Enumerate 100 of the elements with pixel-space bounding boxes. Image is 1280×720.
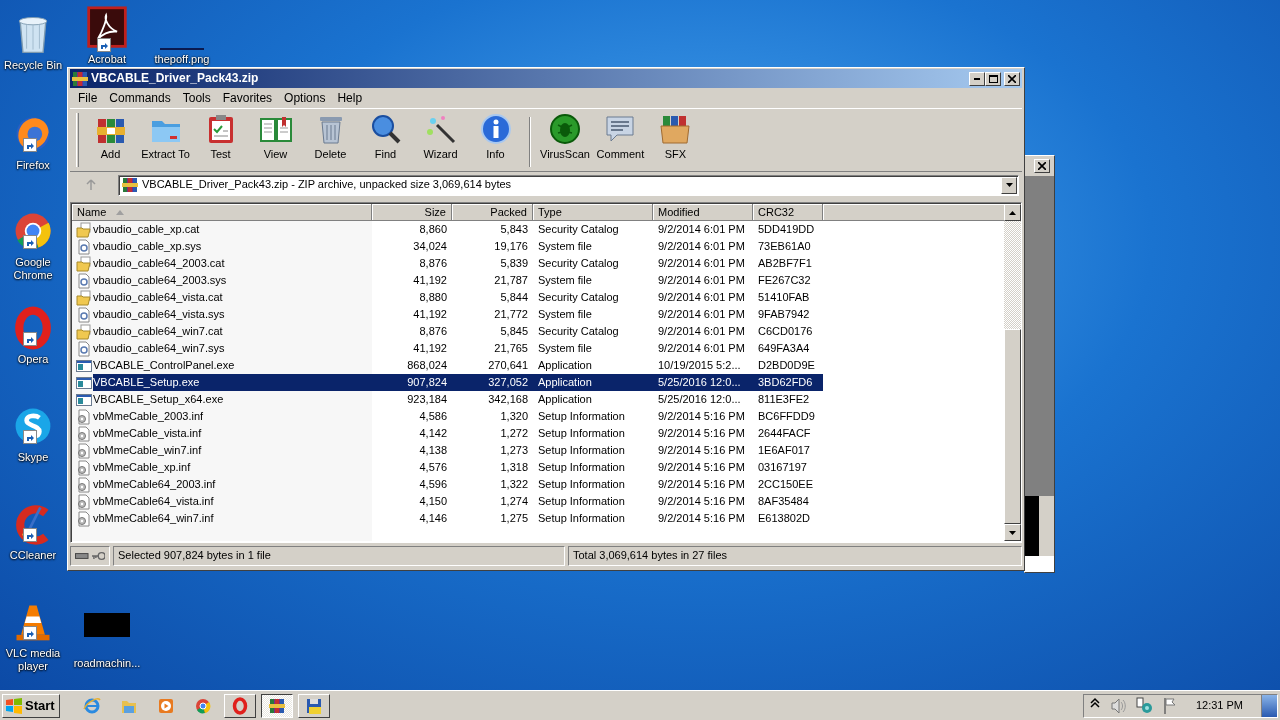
file-row[interactable]: vbaudio_cable64_2003.cat 8,876 5,839 Security Catalog 9/2/2014 6:01 PM AB2BF7F1 bbox=[93, 255, 823, 272]
table-cell-text: AB2BF7F1 bbox=[757, 256, 813, 271]
toolbar-button[interactable]: Delete bbox=[303, 113, 358, 162]
toolbar-button[interactable]: VirusScan bbox=[537, 113, 593, 162]
table-cell-text: Setup Information bbox=[537, 494, 626, 509]
table-cell-text: 8,860 bbox=[418, 222, 448, 237]
menu-item[interactable]: Help bbox=[331, 89, 369, 107]
file-row[interactable]: vbaudio_cable_xp.sys 34,024 19,176 System file 9/2/2014 6:01 PM 73EB61A0 bbox=[93, 238, 823, 255]
file-row[interactable]: VBCABLE_Setup.exe 907,824 327,052 Application 5/25/2016 12:0... 3BD62FD6 bbox=[93, 374, 823, 391]
desktop-icon-label[interactable]: Acrobat bbox=[88, 53, 126, 66]
desktop-icon-label[interactable]: roadmachin... bbox=[73, 657, 141, 670]
minimize-icon bbox=[974, 77, 980, 80]
file-row[interactable]: vbMmeCable_vista.inf 4,142 1,272 Setup Information 9/2/2014 5:16 PM 2644FACF bbox=[93, 425, 823, 442]
menu-item[interactable]: Tools bbox=[176, 89, 217, 107]
table-cell-text: 9/2/2014 6:01 PM bbox=[657, 290, 746, 305]
start-button[interactable]: Start bbox=[2, 693, 60, 718]
table-cell-text: vbMmeCable64_2003.inf bbox=[93, 477, 217, 492]
table-cell-text: System file bbox=[537, 341, 593, 356]
clock[interactable]: 12:31 PM bbox=[1195, 698, 1243, 713]
desktop-icon-label[interactable]: VLC media player bbox=[0, 647, 66, 673]
file-row[interactable]: VBCABLE_ControlPanel.exe 868,024 270,641 Application 10/19/2015 5:2... D2BD0D9E bbox=[93, 357, 823, 374]
table-cell-text: 5,839 bbox=[499, 256, 529, 271]
settings-file-icon bbox=[76, 408, 92, 425]
column-header[interactable]: Type bbox=[533, 204, 653, 221]
desktop-icon-label[interactable]: Google Chrome bbox=[0, 256, 66, 282]
menu-item[interactable]: Commands bbox=[103, 89, 177, 107]
desktop-icon-label[interactable]: Recycle Bin bbox=[3, 59, 63, 72]
path-field[interactable]: VBCABLE_Driver_Pack43.zip - ZIP archive, unpacked size 3,069,614 bytes bbox=[118, 174, 1019, 196]
table-cell-text: FE267C32 bbox=[757, 273, 812, 288]
close-button[interactable] bbox=[1034, 159, 1050, 173]
table-cell-text: 8,876 bbox=[418, 324, 448, 339]
table-cell-text: Setup Information bbox=[537, 511, 626, 526]
video-thumbnail-icon[interactable] bbox=[84, 613, 130, 637]
menu-item[interactable]: File bbox=[72, 89, 104, 107]
column-header[interactable]: Name bbox=[72, 204, 372, 221]
column-header[interactable]: Size bbox=[372, 204, 452, 221]
file-row[interactable]: VBCABLE_Setup_x64.exe 923,184 342,168 Application 5/25/2016 12:0... 811E3FE2 bbox=[93, 391, 823, 408]
file-row[interactable]: vbMmeCable64_vista.inf 4,150 1,274 Setup Information 9/2/2014 5:16 PM 8AF35484 bbox=[93, 493, 823, 510]
toolbar-button[interactable]: Extract To bbox=[138, 113, 193, 162]
column-header[interactable]: CRC32 bbox=[753, 204, 823, 221]
network-icon[interactable] bbox=[1135, 696, 1152, 715]
table-cell-text: Security Catalog bbox=[537, 324, 620, 339]
scroll-up-icon[interactable] bbox=[1009, 210, 1016, 215]
table-cell-text: vbaudio_cable_xp.sys bbox=[93, 239, 203, 254]
column-header[interactable]: Modified bbox=[653, 204, 753, 221]
desktop-icon-label[interactable]: Opera bbox=[17, 353, 49, 366]
taskbar-button[interactable] bbox=[260, 693, 293, 718]
minimize-button[interactable] bbox=[969, 71, 985, 86]
toolbar-button[interactable]: Add bbox=[83, 113, 138, 162]
file-row[interactable]: vbMmeCable64_win7.inf 4,146 1,275 Setup Information 9/2/2014 5:16 PM E613802D bbox=[93, 510, 823, 527]
archive-app-icon bbox=[72, 70, 88, 87]
table-cell-text: 41,192 bbox=[412, 307, 448, 322]
scrollbar[interactable] bbox=[1004, 204, 1021, 541]
desktop-icon-label[interactable]: thepoff.png bbox=[154, 53, 210, 66]
file-row[interactable]: vbaudio_cable64_vista.sys 41,192 21,772 System file 9/2/2014 6:01 PM 9FAB7942 bbox=[93, 306, 823, 323]
toolbar-button[interactable]: Comment bbox=[592, 113, 648, 162]
pdf-reader-icon[interactable] bbox=[85, 6, 129, 50]
flag-icon[interactable] bbox=[1161, 696, 1178, 715]
desktop-icon-label[interactable]: CCleaner bbox=[9, 549, 57, 562]
file-row[interactable]: vbaudio_cable64_2003.sys 41,192 21,787 System file 9/2/2014 6:01 PM FE267C32 bbox=[93, 272, 823, 289]
toolbar-button[interactable]: Test bbox=[193, 113, 248, 162]
status-text: Selected 907,824 bytes in 1 file bbox=[118, 549, 271, 563]
table-cell-text: 811E3FE2 bbox=[757, 392, 811, 407]
speaker-icon[interactable] bbox=[1109, 696, 1126, 715]
show-desktop-button[interactable] bbox=[1261, 694, 1277, 717]
table-cell-text: E613802D bbox=[757, 511, 811, 526]
menu-item[interactable]: Options bbox=[278, 89, 332, 107]
close-icon bbox=[1008, 74, 1016, 83]
file-row[interactable]: vbaudio_cable64_vista.cat 8,880 5,844 Security Catalog 9/2/2014 6:01 PM 51410FAB bbox=[93, 289, 823, 306]
file-row[interactable]: vbaudio_cable64_win7.cat 8,876 5,845 Security Catalog 9/2/2014 6:01 PM C6CD0176 bbox=[93, 323, 823, 340]
file-row[interactable]: vbaudio_cable64_win7.sys 41,192 21,765 System file 9/2/2014 6:01 PM 649FA3A4 bbox=[93, 340, 823, 357]
maximize-button[interactable] bbox=[985, 71, 1001, 86]
scroll-down-icon[interactable] bbox=[1009, 530, 1016, 535]
toolbar-button[interactable]: SFX bbox=[647, 113, 703, 162]
table-cell-text: 1,275 bbox=[499, 511, 529, 526]
column-header[interactable]: Packed bbox=[452, 204, 533, 221]
toolbar-button[interactable]: Find bbox=[358, 113, 413, 162]
table-cell-text: 9/2/2014 6:01 PM bbox=[657, 239, 746, 254]
play-button-icon bbox=[156, 696, 175, 715]
close-button[interactable] bbox=[1004, 71, 1020, 86]
file-row[interactable]: vbMmeCable_xp.inf 4,576 1,318 Setup Information 9/2/2014 5:16 PM 03167197 bbox=[93, 459, 823, 476]
package-box-icon bbox=[659, 113, 692, 145]
table-cell-text: vbaudio_cable64_win7.cat bbox=[93, 324, 224, 339]
table-cell-text: 3BD62FD6 bbox=[757, 375, 814, 390]
desktop-icon-label[interactable]: Firefox bbox=[16, 159, 50, 172]
desktop-icon-label[interactable]: Skype bbox=[17, 451, 49, 464]
toolbar-button[interactable]: View bbox=[248, 113, 303, 162]
table-cell-text: 4,576 bbox=[418, 460, 448, 475]
toolbar-button[interactable]: Info bbox=[468, 113, 523, 162]
file-row[interactable]: vbMmeCable_2003.inf 4,586 1,320 Setup Information 9/2/2014 5:16 PM BC6FFDD9 bbox=[93, 408, 823, 425]
table-cell-text: 9/2/2014 5:16 PM bbox=[657, 409, 746, 424]
file-row[interactable]: vbMmeCable64_2003.inf 4,596 1,322 Setup Information 9/2/2014 5:16 PM 2CC150EE bbox=[93, 476, 823, 493]
file-row[interactable]: vbMmeCable_win7.inf 4,138 1,273 Setup Information 9/2/2014 5:16 PM 1E6AF017 bbox=[93, 442, 823, 459]
file-row[interactable]: vbaudio_cable_xp.cat 8,860 5,843 Security Catalog 9/2/2014 6:01 PM 5DD419DD bbox=[93, 221, 823, 238]
toolbar-button[interactable]: Wizard bbox=[413, 113, 468, 162]
menu-item[interactable]: Favorites bbox=[216, 89, 279, 107]
status-text: Total 3,069,614 bytes in 27 files bbox=[573, 549, 728, 563]
table-cell-text: vbMmeCable64_win7.inf bbox=[93, 511, 215, 526]
table-cell-text: 9/2/2014 6:01 PM bbox=[657, 273, 746, 288]
table-cell-text: 41,192 bbox=[412, 273, 448, 288]
